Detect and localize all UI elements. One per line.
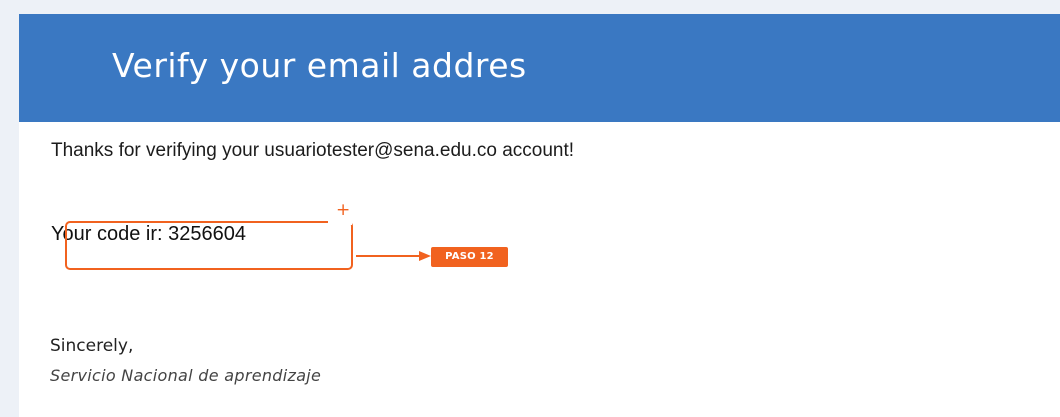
page: { "header": { "title": "Verify your emai…: [0, 0, 1060, 417]
step-badge: PASO 12: [431, 247, 508, 267]
arrow-right-icon: [356, 251, 431, 261]
